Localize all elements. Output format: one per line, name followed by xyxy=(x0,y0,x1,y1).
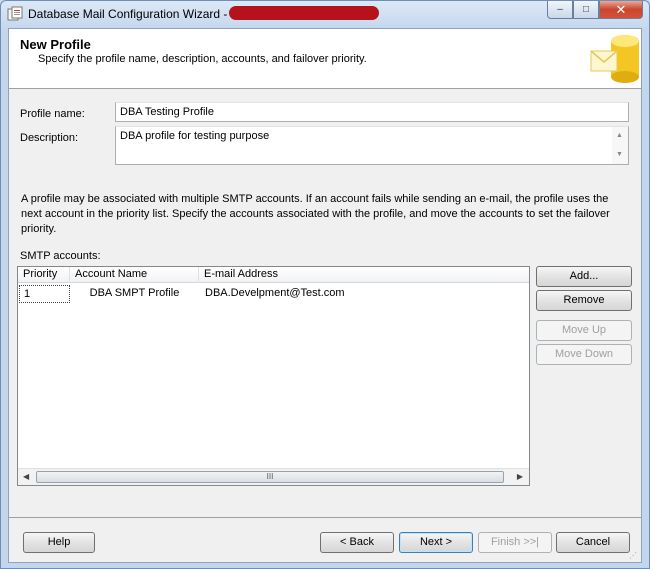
redacted-title-segment xyxy=(229,6,379,20)
page-subtitle: Specify the profile name, description, a… xyxy=(38,53,367,65)
wizard-header: New Profile Specify the profile name, de… xyxy=(9,29,641,89)
row-priority: 1 xyxy=(19,285,70,303)
wizard-window: Database Mail Configuration Wizard - – □… xyxy=(0,0,650,569)
database-mail-icon xyxy=(590,35,639,83)
resize-grip-icon[interactable]: ⋰ xyxy=(629,551,639,561)
table-row[interactable]: 1 DBA SMPT Profile DBA.Develpment@Test.c… xyxy=(18,285,529,303)
close-button[interactable]: ✕ xyxy=(599,1,643,19)
wizard-footer: Help < Back Next > Finish >>| Cancel ⋰ xyxy=(9,517,641,563)
column-header-email[interactable]: E-mail Address xyxy=(199,267,529,283)
scroll-right-arrow-icon[interactable]: ▶ xyxy=(517,472,523,481)
info-text: A profile may be associated with multipl… xyxy=(21,193,610,235)
description-label: Description: xyxy=(20,132,79,144)
description-value: DBA profile for testing purpose xyxy=(120,130,270,142)
list-header: Priority Account Name E-mail Address xyxy=(18,267,529,283)
back-button[interactable]: < Back xyxy=(320,532,394,553)
scroll-up-arrow-icon[interactable]: ▲ xyxy=(616,132,623,139)
column-header-priority[interactable]: Priority xyxy=(18,267,70,283)
profile-name-input[interactable]: DBA Testing Profile xyxy=(115,102,629,122)
finish-button[interactable]: Finish >>| xyxy=(478,532,552,553)
move-up-button[interactable]: Move Up xyxy=(536,320,632,341)
help-button[interactable]: Help xyxy=(23,532,95,553)
add-button[interactable]: Add... xyxy=(536,266,632,287)
window-title: Database Mail Configuration Wizard - xyxy=(28,7,228,21)
minimize-button[interactable]: – xyxy=(547,1,573,19)
move-down-button[interactable]: Move Down xyxy=(536,344,632,365)
scrollbar-thumb[interactable]: III xyxy=(36,471,504,483)
app-icon xyxy=(7,6,23,21)
list-horizontal-scrollbar[interactable]: ◀ III ▶ xyxy=(18,468,529,485)
next-button[interactable]: Next > xyxy=(399,532,473,553)
page-title: New Profile xyxy=(20,37,91,52)
remove-button[interactable]: Remove xyxy=(536,290,632,311)
description-input[interactable]: DBA profile for testing purpose ▲ ▼ xyxy=(115,126,629,165)
cancel-button[interactable]: Cancel xyxy=(556,532,630,553)
description-scrollbar[interactable]: ▲ ▼ xyxy=(612,127,628,164)
title-bar[interactable]: Database Mail Configuration Wizard - – □… xyxy=(1,1,649,27)
row-account-name: DBA SMPT Profile xyxy=(89,287,180,299)
smtp-accounts-list[interactable]: Priority Account Name E-mail Address 1 D… xyxy=(17,266,530,486)
row-email: DBA.Develpment@Test.com xyxy=(205,287,345,299)
profile-name-value: DBA Testing Profile xyxy=(120,106,214,118)
scroll-down-arrow-icon[interactable]: ▼ xyxy=(616,151,623,158)
scroll-left-arrow-icon[interactable]: ◀ xyxy=(23,472,29,481)
column-header-account-name[interactable]: Account Name xyxy=(70,267,199,283)
wizard-client-area: New Profile Specify the profile name, de… xyxy=(8,28,642,563)
maximize-button[interactable]: □ xyxy=(573,1,599,19)
profile-name-label: Profile name: xyxy=(20,108,85,120)
smtp-accounts-label: SMTP accounts: xyxy=(20,250,101,262)
